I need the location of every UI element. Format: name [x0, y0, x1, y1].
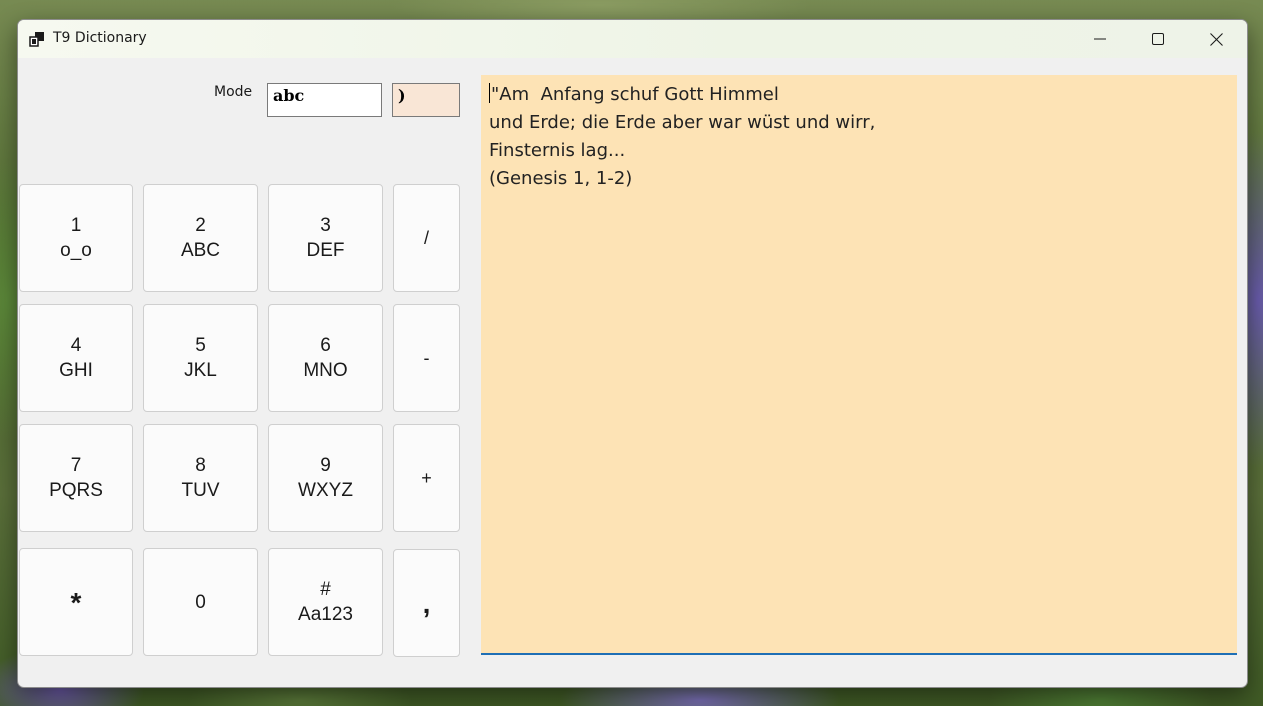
key-symbol: /	[423, 227, 429, 248]
editor-line: "Am Anfang schuf Gott Himmel	[489, 81, 1229, 109]
key-letters: TUV	[181, 480, 220, 501]
title-bar[interactable]: T9 Dictionary	[18, 20, 1247, 58]
key-5[interactable]: 5 JKL	[143, 304, 258, 412]
minimize-icon	[1094, 38, 1106, 40]
key-digit: 4	[70, 335, 82, 356]
key-star[interactable]: *	[19, 548, 133, 656]
key-digit: 8	[195, 455, 206, 476]
text-editor[interactable]: "Am Anfang schuf Gott Himmel und Erde; di…	[481, 75, 1237, 655]
key-symbol: ,	[422, 587, 431, 619]
key-1[interactable]: 1 o_o	[19, 184, 133, 292]
mode-field[interactable]: abc	[267, 83, 382, 117]
key-letters: Aa123	[298, 604, 353, 625]
editor-line: und Erde; die Erde aber war wüst und wir…	[489, 112, 876, 133]
window-title: T9 Dictionary	[53, 30, 147, 46]
key-hash[interactable]: # Aa123	[268, 548, 383, 656]
mode-label: Mode	[214, 84, 253, 100]
key-symbol: *	[70, 586, 82, 618]
key-6[interactable]: 6 MNO	[268, 304, 383, 412]
key-9[interactable]: 9 WXYZ	[268, 424, 383, 532]
key-letters: PQRS	[49, 480, 103, 501]
key-7[interactable]: 7 PQRS	[19, 424, 133, 532]
key-digit: 0	[195, 591, 206, 613]
key-digit: 5	[195, 335, 206, 356]
key-symbol: +	[421, 467, 432, 488]
key-letters: JKL	[184, 360, 217, 381]
key-digit: 6	[320, 335, 331, 356]
key-letters: ABC	[180, 240, 221, 261]
text-caret	[489, 83, 490, 103]
key-8[interactable]: 8 TUV	[143, 424, 258, 532]
app-icon	[29, 32, 44, 47]
key-digit: #	[320, 579, 331, 600]
key-symbol: -	[423, 347, 430, 368]
key-digit: 2	[195, 215, 206, 236]
close-icon	[1209, 32, 1223, 46]
minimize-button[interactable]	[1071, 20, 1129, 58]
key-slash[interactable]: /	[393, 184, 460, 292]
key-letters: DEF	[306, 240, 345, 261]
key-digit: 9	[320, 455, 331, 476]
key-letters: MNO	[303, 360, 348, 381]
key-letters: GHI	[59, 360, 93, 381]
close-button[interactable]	[1187, 20, 1245, 58]
key-digit: 3	[320, 215, 331, 236]
editor-line: Finsternis lag...	[489, 140, 626, 161]
app-window: T9 Dictionary Mode abc ) 1 o_o 2 ABC 3 D…	[17, 19, 1248, 688]
key-digit: 1	[70, 215, 82, 236]
key-plus[interactable]: +	[393, 424, 460, 532]
key-letters: WXYZ	[298, 480, 353, 501]
key-digit: 7	[70, 455, 82, 476]
key-comma[interactable]: ,	[393, 549, 460, 657]
key-minus[interactable]: -	[393, 304, 460, 412]
key-4[interactable]: 4 GHI	[19, 304, 133, 412]
editor-line: (Genesis 1, 1-2)	[489, 168, 633, 189]
key-2[interactable]: 2 ABC	[143, 184, 258, 292]
maximize-button[interactable]	[1129, 20, 1187, 58]
maximize-icon	[1152, 33, 1164, 45]
key-3[interactable]: 3 DEF	[268, 184, 383, 292]
key-letters: o_o	[60, 240, 92, 261]
editor-line-text: "Am Anfang schuf Gott Himmel	[491, 84, 779, 105]
key-0[interactable]: 0	[143, 548, 258, 656]
mode-preview-field[interactable]: )	[392, 83, 460, 117]
